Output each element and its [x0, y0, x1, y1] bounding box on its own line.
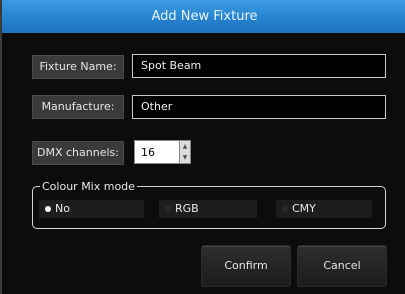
dialog-title: Add New Fixture	[2, 0, 405, 33]
add-fixture-dialog: Add New Fixture Fixture Name: Spot Beam …	[0, 0, 405, 294]
radio-icon	[165, 206, 171, 212]
stepper-up-icon[interactable]: ▲	[180, 141, 190, 152]
cancel-button[interactable]: Cancel	[297, 245, 387, 287]
radio-icon	[282, 206, 288, 212]
confirm-button[interactable]: Confirm	[201, 245, 291, 287]
radio-icon	[45, 206, 51, 212]
colour-mix-option-rgb[interactable]: RGB	[159, 200, 257, 218]
radio-label: No	[55, 202, 70, 215]
dmx-channels-input[interactable]: 16	[134, 140, 180, 164]
dmx-channels-stepper[interactable]: ▲ ▼	[179, 140, 191, 164]
colour-mix-option-no[interactable]: No	[39, 200, 144, 218]
colour-mix-option-cmy[interactable]: CMY	[276, 200, 372, 218]
manufacture-input[interactable]: Other	[132, 95, 386, 119]
radio-label: RGB	[175, 202, 199, 215]
radio-label: CMY	[292, 202, 316, 215]
dmx-channels-label: DMX channels:	[32, 141, 124, 165]
fixture-name-label: Fixture Name:	[32, 55, 124, 79]
colour-mix-title: Colour Mix mode	[40, 180, 137, 193]
fixture-name-input[interactable]: Spot Beam	[132, 54, 386, 78]
stepper-down-icon[interactable]: ▼	[180, 152, 190, 163]
manufacture-label: Manufacture:	[32, 95, 124, 119]
